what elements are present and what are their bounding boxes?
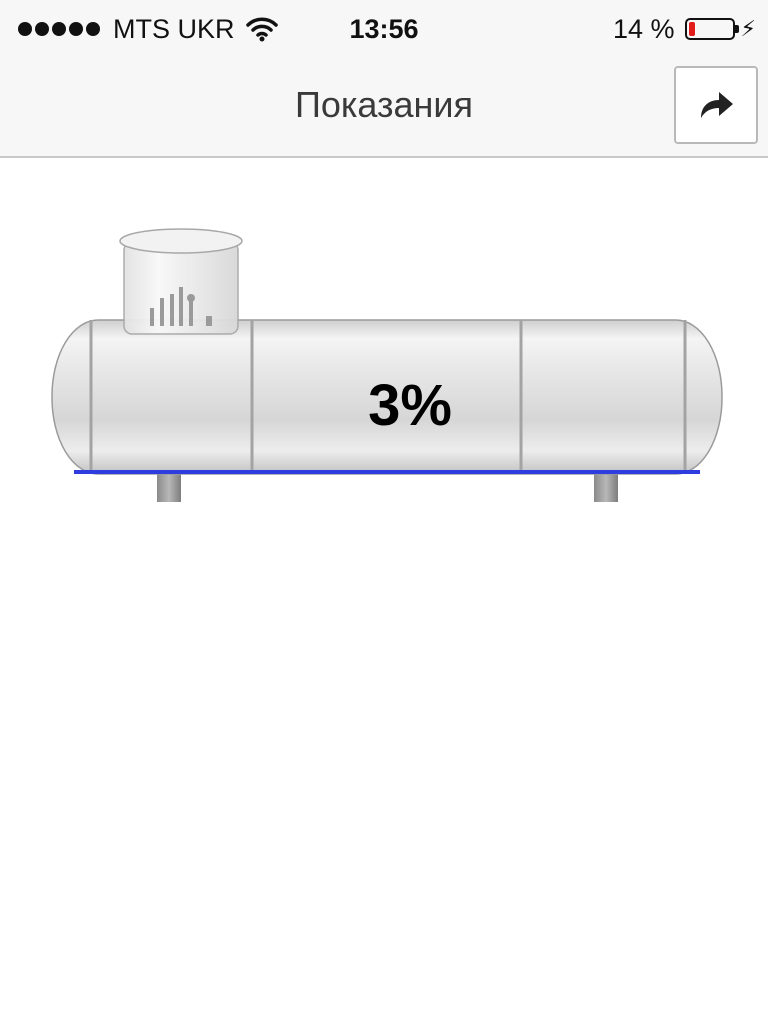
nav-bar: Показания	[0, 58, 768, 158]
bolt-icon: ⚡	[740, 16, 756, 41]
fill-level-label: 3%	[368, 373, 452, 438]
tank-illustration: 3%	[0, 160, 768, 560]
tank-dome	[119, 228, 243, 335]
tank-svg	[51, 228, 723, 502]
share-arrow-icon	[701, 92, 733, 118]
battery-fill	[688, 22, 695, 36]
battery-nub	[734, 25, 739, 33]
status-right: 14 % ⚡	[613, 14, 756, 44]
battery-percent: 14 %	[613, 13, 675, 44]
share-button[interactable]	[674, 66, 758, 144]
page-title: Показания	[294, 84, 474, 125]
status-bar: MTS UKR 13:56 14 % ⚡	[0, 0, 768, 58]
battery-icon	[684, 18, 739, 40]
